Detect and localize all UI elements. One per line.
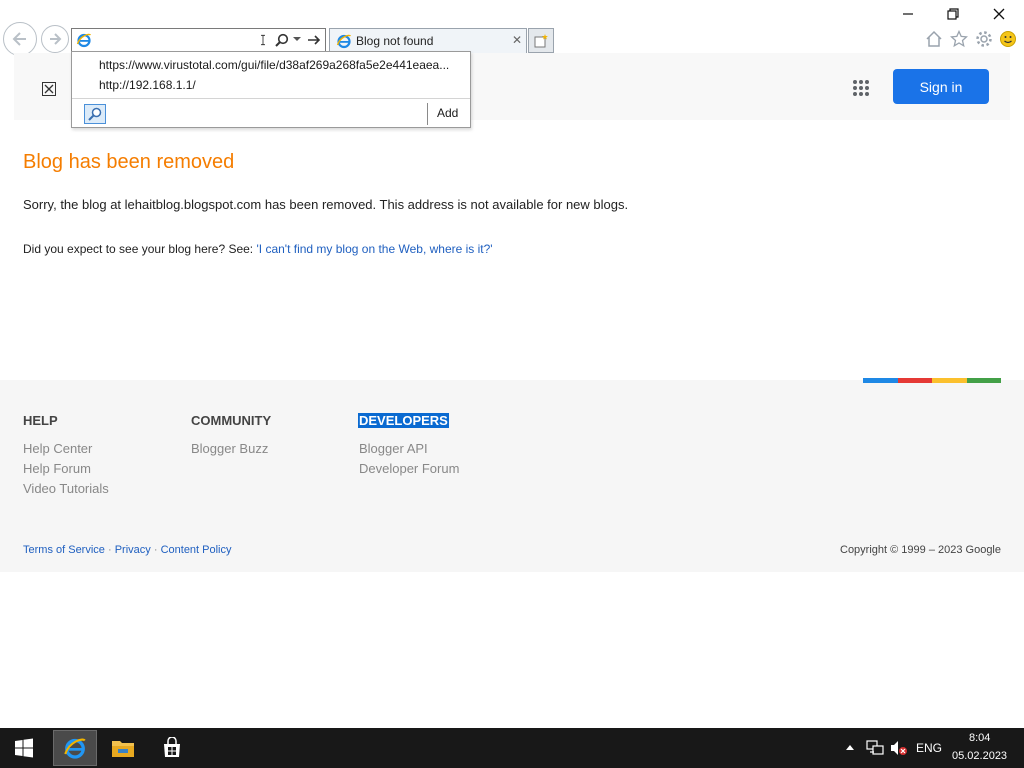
store-icon xyxy=(164,737,180,757)
tab-close-button[interactable]: ✕ xyxy=(512,33,522,47)
suggestion-item[interactable]: https://www.virustotal.com/gui/file/d38a… xyxy=(99,58,449,72)
divider xyxy=(72,98,470,99)
search-icon xyxy=(88,107,102,121)
help-hint-prefix: Did you expect to see your blog here? Se… xyxy=(23,242,257,256)
footer-heading-developers: DEVELOPERS xyxy=(358,413,449,428)
language-indicator[interactable]: ENG xyxy=(916,741,942,755)
close-button[interactable] xyxy=(987,6,1011,22)
text-cursor-icon xyxy=(261,34,265,46)
find-blog-help-link[interactable]: 'I can't find my blog on the Web, where … xyxy=(256,242,492,256)
footer-heading-community: COMMUNITY xyxy=(191,413,272,428)
clock-date[interactable]: 05.02.2023 xyxy=(952,750,1007,762)
minimize-button[interactable] xyxy=(896,6,920,22)
network-icon[interactable] xyxy=(866,740,884,756)
search-icon[interactable] xyxy=(275,33,289,47)
chevron-up-icon[interactable] xyxy=(846,744,854,750)
footer-link[interactable]: Help Center xyxy=(23,441,92,456)
color-bar-segment xyxy=(863,378,898,383)
address-bar[interactable] xyxy=(71,28,326,52)
color-bar-segment xyxy=(898,378,932,383)
copyright: Copyright © 1999 – 2023 Google xyxy=(840,544,1001,556)
start-button[interactable] xyxy=(2,730,46,766)
suggestion-item[interactable]: http://192.168.1.1/ xyxy=(99,78,196,92)
ie-logo-icon xyxy=(64,738,86,759)
taskbar-store-button[interactable] xyxy=(150,730,194,766)
help-hint: Did you expect to see your blog here? Se… xyxy=(23,242,493,256)
restore-icon xyxy=(947,8,959,20)
removed-message: Sorry, the blog at lehaitblog.blogspot.c… xyxy=(23,197,629,212)
color-bar-segment xyxy=(932,378,967,383)
sign-in-button[interactable]: Sign in xyxy=(893,69,989,104)
address-suggestions-dropdown: https://www.virustotal.com/gui/file/d38a… xyxy=(71,51,471,128)
back-button[interactable] xyxy=(3,22,37,56)
folder-icon xyxy=(112,741,134,757)
footer-heading-developers-text: DEVELOPERS xyxy=(358,413,449,428)
home-button[interactable] xyxy=(924,29,944,49)
footer-link[interactable]: Blogger API xyxy=(359,441,428,456)
content-policy-link[interactable]: Content Policy xyxy=(161,544,232,556)
star-icon xyxy=(950,30,968,48)
windows-logo-icon xyxy=(15,738,33,758)
tools-button[interactable] xyxy=(974,29,994,49)
search-provider-button[interactable] xyxy=(84,104,106,124)
new-tab-button[interactable] xyxy=(528,28,554,53)
back-arrow-icon xyxy=(12,32,26,46)
footer-link[interactable]: Developer Forum xyxy=(359,461,459,476)
go-arrow-icon[interactable] xyxy=(307,33,321,47)
browser-tab[interactable]: Blog not found ✕ xyxy=(329,28,527,53)
restore-button[interactable] xyxy=(941,6,965,22)
minimize-icon xyxy=(903,13,913,15)
feedback-button[interactable] xyxy=(998,29,1018,49)
chevron-down-icon[interactable] xyxy=(293,35,301,43)
footer-heading-help: HELP xyxy=(23,413,58,428)
favorites-button[interactable] xyxy=(949,29,969,49)
forward-arrow-icon xyxy=(50,33,62,45)
add-search-provider-button[interactable]: Add xyxy=(437,106,458,120)
broken-image-icon xyxy=(42,82,56,96)
footer-link[interactable]: Help Forum xyxy=(23,461,91,476)
footer-link[interactable]: Blogger Buzz xyxy=(191,441,268,456)
separator: · xyxy=(107,544,112,556)
gear-icon xyxy=(976,31,992,47)
ie-logo-icon xyxy=(76,33,92,48)
apps-grid-icon[interactable] xyxy=(852,79,870,97)
legal-links: Terms of Service · Privacy · Content Pol… xyxy=(23,544,232,556)
terms-link[interactable]: Terms of Service xyxy=(23,544,105,556)
color-bar-segment xyxy=(967,378,1001,383)
taskbar-ie-button[interactable] xyxy=(53,730,97,766)
new-tab-icon xyxy=(534,33,548,47)
tab-title: Blog not found xyxy=(356,34,434,48)
separator: · xyxy=(153,544,158,556)
taskbar-explorer-button[interactable] xyxy=(101,730,145,766)
close-icon xyxy=(993,8,1005,20)
smiley-icon xyxy=(1000,31,1016,47)
forward-button[interactable] xyxy=(41,25,69,53)
divider xyxy=(427,103,428,125)
privacy-link[interactable]: Privacy xyxy=(115,544,151,556)
page-title: Blog has been removed xyxy=(23,151,235,173)
clock-time[interactable]: 8:04 xyxy=(969,732,990,744)
home-icon xyxy=(926,30,942,47)
footer-link[interactable]: Video Tutorials xyxy=(23,481,109,496)
volume-muted-icon[interactable] xyxy=(890,740,908,756)
ie-logo-icon xyxy=(336,34,352,49)
screen: Blog not found ✕ Sign in https://www.vir… xyxy=(0,0,1024,768)
